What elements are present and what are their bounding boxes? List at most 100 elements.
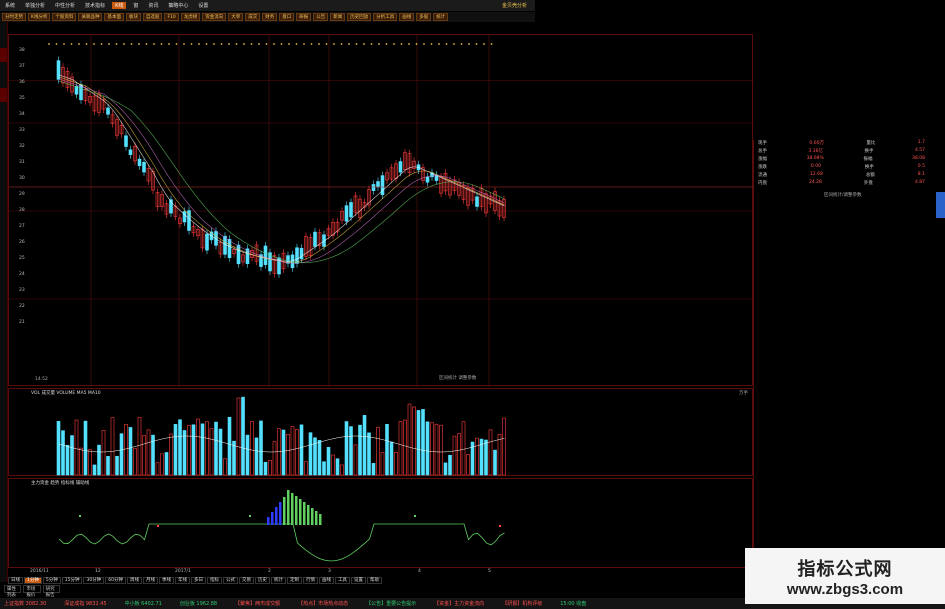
view-tab-2[interactable]: 研究报告 [42, 585, 60, 598]
period-tab-14[interactable]: 历史 [254, 576, 270, 584]
signal-dot [213, 43, 215, 45]
period-tab-13[interactable]: 交易 [238, 576, 254, 584]
volume-bar [371, 463, 376, 476]
period-tab-0[interactable]: 日线 [8, 576, 23, 584]
volume-chart-panel[interactable]: VOL 成交量 VOLUME MA5 MA10 万手 [8, 388, 753, 476]
price-tick-label: 38 [19, 48, 25, 53]
volume-bar [434, 423, 439, 476]
side-tab-1[interactable] [0, 48, 7, 62]
period-tab-4[interactable]: 30分钟 [83, 576, 105, 584]
period-tab-9[interactable]: 年线 [174, 576, 190, 584]
side-tab-2[interactable] [0, 88, 7, 102]
volume-bar [101, 430, 106, 476]
toolbar-button-15[interactable]: 公告 [313, 13, 329, 21]
volume-bar [70, 435, 74, 476]
period-tab-18[interactable]: 画线 [318, 576, 334, 584]
indicator-chart-panel[interactable]: 主力资金 趋势 指标线 辅助线 [8, 478, 753, 568]
period-tab-5[interactable]: 60分钟 [105, 576, 126, 584]
status-item[interactable]: 中小板 6402.71 [125, 600, 162, 607]
signal-dot [228, 43, 230, 45]
menu-item-analysis[interactable]: 单独分析 [22, 2, 48, 9]
moving-average-line [58, 74, 505, 262]
toolbar-button-2[interactable]: 个股资料 [52, 13, 77, 21]
toolbar-button-17[interactable]: 历史回放 [347, 13, 372, 21]
status-item[interactable]: 【研报】机构评级 [502, 600, 542, 607]
toolbar-button-5[interactable]: 板块 [125, 13, 141, 21]
toolbar-button-4[interactable]: 基本面 [104, 13, 124, 21]
status-item[interactable]: 【公告】重要公告提示 [366, 600, 416, 607]
status-item[interactable]: 【热点】市场热点动态 [298, 600, 348, 607]
toolbar-button-11[interactable]: 成交 [245, 13, 261, 21]
status-item[interactable]: 【资金】主力资金流向 [434, 600, 484, 607]
menu-item-strategy[interactable]: 策略中心 [165, 2, 191, 9]
toolbar-button-3[interactable]: 关联品种 [78, 13, 103, 21]
period-tab-15[interactable]: 统计 [270, 576, 286, 584]
toolbar-button-19[interactable]: 画线 [399, 13, 415, 21]
period-tab-10[interactable]: 多日 [190, 576, 206, 584]
kline-chart-panel[interactable]: 区间统计 调整参数 14.52 [8, 34, 754, 387]
volume-bar [178, 419, 182, 476]
status-item[interactable]: 创业板 1962.88 [180, 600, 217, 607]
quote-label: 振幅 [863, 157, 873, 162]
period-tab-7[interactable]: 月线 [142, 576, 158, 584]
signal-dot [130, 43, 133, 45]
toolbar-button-16[interactable]: 新闻 [330, 13, 346, 21]
volume-bar [403, 419, 407, 476]
period-tab-3[interactable]: 15分钟 [61, 576, 83, 584]
menu-item-window[interactable]: 窗 [130, 2, 141, 9]
period-tab-16[interactable]: 定制 [286, 576, 302, 584]
status-item[interactable]: 【聚焦】两市成交额 [235, 600, 280, 607]
toolbar-button-13[interactable]: 盘口 [279, 13, 295, 21]
volume-bar [119, 433, 124, 476]
period-tab-11[interactable]: 指标 [206, 576, 222, 584]
signal-dot [378, 43, 380, 45]
menu-item-info[interactable]: 资讯 [145, 2, 161, 9]
toolbar-button-14[interactable]: 研报 [296, 13, 312, 21]
toolbar-button-6[interactable]: 自选股 [142, 13, 163, 21]
signal-dot [303, 43, 305, 45]
toolbar-button-1[interactable]: K线分析 [28, 13, 51, 21]
toolbar-button-7[interactable]: F10 [164, 13, 179, 21]
toolbar-button-8[interactable]: 龙虎榜 [180, 13, 201, 21]
candle-body [290, 254, 295, 269]
period-tab-20[interactable]: 设置 [350, 576, 366, 584]
candle-body [137, 158, 142, 167]
period-tab-21[interactable]: 帮助 [366, 576, 382, 584]
period-tab-19[interactable]: 工具 [334, 576, 350, 584]
toolbar-button-9[interactable]: 资金流向 [202, 13, 227, 21]
toolbar-button-10[interactable]: 大单 [228, 13, 244, 21]
signal-dot [145, 43, 148, 45]
view-tab-0[interactable]: 属性列表 [4, 585, 22, 598]
menu-item-kline[interactable]: K线 [112, 2, 127, 9]
right-side-tab[interactable] [936, 192, 945, 218]
menu-item-neutral[interactable]: 中性分析 [52, 2, 78, 9]
period-tab-12[interactable]: 公式 [222, 576, 238, 584]
menu-item-settings[interactable]: 设置 [195, 2, 211, 9]
period-tab-8[interactable]: 季线 [158, 576, 174, 584]
toolbar-button-20[interactable]: 多股 [416, 13, 432, 21]
volume-bar [227, 416, 232, 476]
indicator-signal-mark [414, 515, 416, 517]
volume-bar [263, 461, 268, 476]
period-tab-6[interactable]: 周线 [126, 576, 142, 584]
menu-item-system[interactable]: 系统 [2, 2, 18, 9]
period-tab-17[interactable]: 行情 [302, 576, 318, 584]
quote-label: 外盘 [863, 181, 873, 186]
toolbar-button-18[interactable]: 分析工具 [373, 13, 398, 21]
signal-dot [310, 43, 313, 45]
status-item[interactable]: 15:00 收盘 [560, 600, 586, 607]
candle-body [56, 60, 61, 80]
status-item[interactable]: 上证指数 3082.30 [4, 600, 46, 607]
period-tab-2[interactable]: 5分钟 [42, 576, 61, 584]
status-item[interactable]: 深证成指 9832.45 [64, 600, 106, 607]
signal-dot [63, 43, 65, 45]
toolbar-button-12[interactable]: 财务 [262, 13, 278, 21]
volume-bar [389, 441, 394, 476]
view-tab-1[interactable]: 市场报价 [23, 585, 41, 598]
date-tick-label: 4 [418, 569, 421, 574]
toolbar-button-21[interactable]: 统计 [433, 13, 449, 21]
quote-value: 4.87 [914, 180, 925, 185]
menu-item-indicators[interactable]: 技术指标 [82, 2, 108, 9]
period-tab-1[interactable]: 1分钟 [24, 576, 42, 584]
toolbar-button-0[interactable]: 分时走势 [2, 13, 26, 21]
